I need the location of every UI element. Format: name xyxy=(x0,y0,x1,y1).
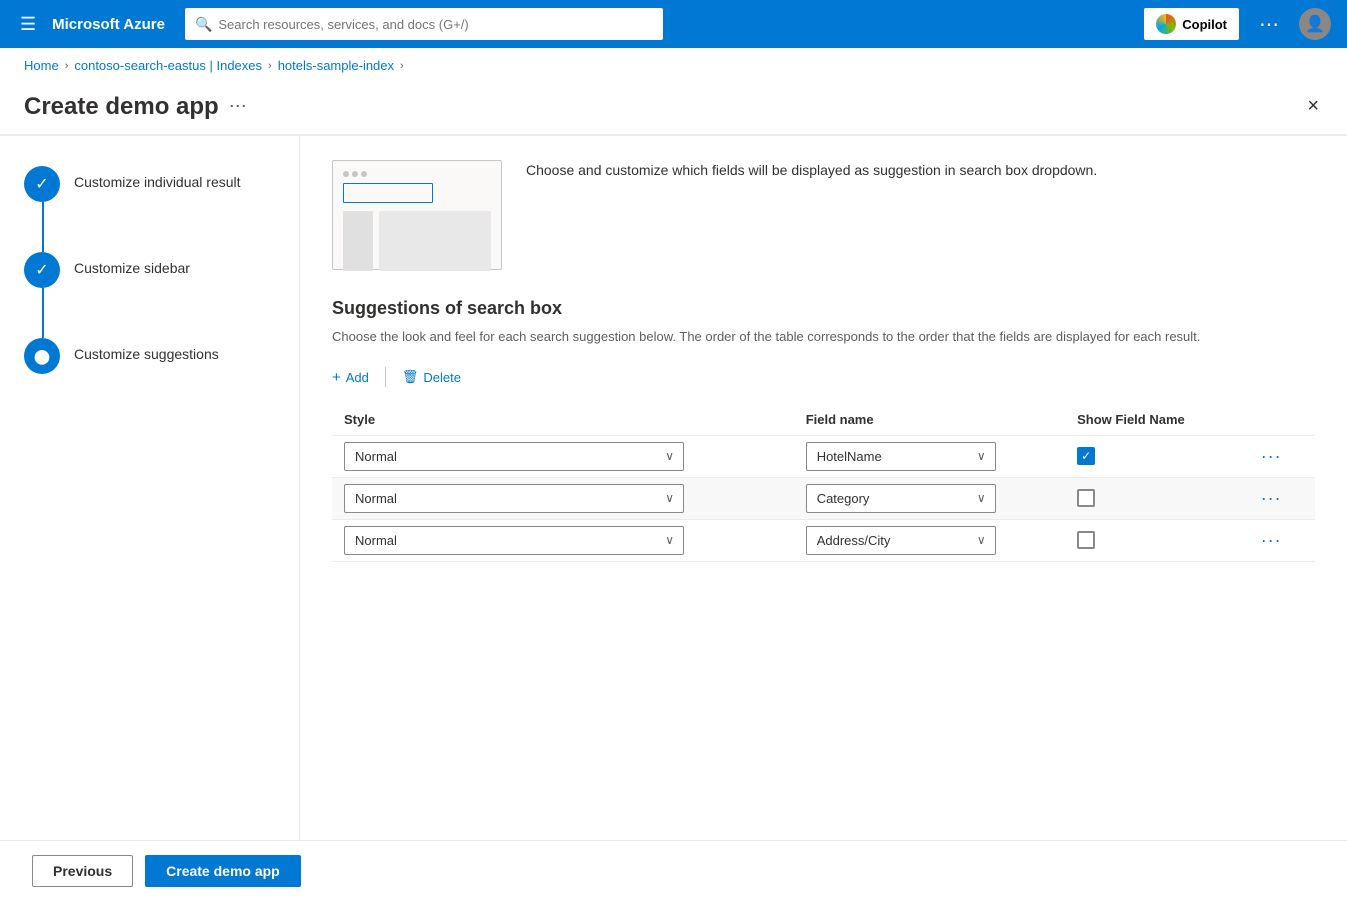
row-2-more-button[interactable]: ··· xyxy=(1255,528,1288,553)
delete-icon: 🗑 xyxy=(402,369,419,385)
copilot-button[interactable]: Copilot xyxy=(1144,8,1239,40)
row-2-field-select[interactable]: HotelNameCategoryAddress/CityDescription… xyxy=(806,526,996,555)
mockup-dot-1 xyxy=(343,171,349,177)
row-0-style-select[interactable]: NormalBoldItalic xyxy=(344,442,684,471)
mockup-dots xyxy=(343,171,491,177)
preview-description: Choose and customize which fields will b… xyxy=(526,160,1097,181)
step-3-label: Customize suggestions xyxy=(74,338,219,362)
steps-sidebar: ✓ Customize individual result ✓ Customiz… xyxy=(0,136,300,840)
top-nav: ☰ Microsoft Azure 🔍 Copilot ⋯ 👤 xyxy=(0,0,1347,48)
avatar[interactable]: 👤 xyxy=(1299,8,1331,40)
close-button[interactable]: × xyxy=(1303,91,1323,122)
mockup-main-block xyxy=(379,211,491,271)
add-label: Add xyxy=(346,370,369,385)
toolbar: + Add 🗑 Delete xyxy=(332,365,1315,390)
main-content: ✓ Customize individual result ✓ Customiz… xyxy=(0,136,1347,840)
preview-area: Choose and customize which fields will b… xyxy=(332,160,1315,270)
copilot-icon xyxy=(1156,14,1176,34)
add-button[interactable]: + Add xyxy=(332,365,369,390)
table-row: NormalBoldItalic HotelNameCategoryAddress… xyxy=(332,435,1315,477)
section-title: Suggestions of search box xyxy=(332,298,1315,319)
right-panel: Choose and customize which fields will b… xyxy=(300,136,1347,840)
mockup-dot-2 xyxy=(352,171,358,177)
delete-button[interactable]: 🗑 Delete xyxy=(402,365,461,389)
hamburger-icon[interactable]: ☰ xyxy=(16,10,40,39)
row-1-field-select[interactable]: HotelNameCategoryAddress/CityDescription… xyxy=(806,484,996,513)
mockup-searchbar xyxy=(343,183,433,203)
step-3-circle: ⬤ xyxy=(24,338,60,374)
section-description: Choose the look and feel for each search… xyxy=(332,327,1315,347)
add-icon: + xyxy=(332,369,341,386)
row-1-style-select[interactable]: NormalBoldItalic xyxy=(344,484,684,513)
breadcrumb-sep-3: › xyxy=(400,60,404,72)
breadcrumb-indexes[interactable]: contoso-search-eastus | Indexes xyxy=(74,58,262,73)
preview-mockup xyxy=(332,160,502,270)
col-header-more xyxy=(1243,404,1315,436)
table-row: NormalBoldItalic HotelNameCategoryAddress… xyxy=(332,477,1315,519)
copilot-label: Copilot xyxy=(1182,17,1227,32)
search-input[interactable] xyxy=(218,17,652,32)
row-0-checkbox[interactable]: ✓ xyxy=(1077,447,1095,465)
create-demo-app-button[interactable]: Create demo app xyxy=(145,855,301,887)
previous-button[interactable]: Previous xyxy=(32,855,133,887)
step-2-item: ✓ Customize sidebar xyxy=(24,252,275,288)
delete-label: Delete xyxy=(423,370,461,385)
step-2-circle: ✓ xyxy=(24,252,60,288)
table-header-row: Style Field name Show Field Name xyxy=(332,404,1315,436)
col-header-show: Show Field Name xyxy=(1065,404,1243,436)
app-title: Microsoft Azure xyxy=(52,16,165,33)
breadcrumb-sep-2: › xyxy=(268,60,272,72)
col-header-field: Field name xyxy=(794,404,1065,436)
nav-more-icon[interactable]: ⋯ xyxy=(1251,8,1287,41)
row-2-style-select[interactable]: NormalBoldItalic xyxy=(344,526,684,555)
breadcrumb-home[interactable]: Home xyxy=(24,58,59,73)
page-header: Create demo app ⋯ × xyxy=(0,83,1347,135)
mockup-content xyxy=(343,211,491,271)
row-2-checkbox[interactable] xyxy=(1077,531,1095,549)
table-row: NormalBoldItalic HotelNameCategoryAddress… xyxy=(332,519,1315,561)
breadcrumb-index[interactable]: hotels-sample-index xyxy=(278,58,394,73)
step-connector-2 xyxy=(42,288,44,338)
suggestions-table: Style Field name Show Field Name NormalB… xyxy=(332,404,1315,562)
search-bar[interactable]: 🔍 xyxy=(185,8,663,40)
page-title: Create demo app xyxy=(24,93,219,121)
toolbar-separator xyxy=(385,367,386,387)
step-2-label: Customize sidebar xyxy=(74,252,190,276)
step-3-item: ⬤ Customize suggestions xyxy=(24,338,275,374)
step-1-circle: ✓ xyxy=(24,166,60,202)
breadcrumb: Home › contoso-search-eastus | Indexes ›… xyxy=(0,48,1347,83)
row-0-field-select[interactable]: HotelNameCategoryAddress/CityDescription… xyxy=(806,442,996,471)
breadcrumb-sep-1: › xyxy=(65,60,69,72)
footer: Previous Create demo app xyxy=(0,840,1347,901)
step-1-item: ✓ Customize individual result xyxy=(24,166,275,202)
row-1-more-button[interactable]: ··· xyxy=(1255,486,1288,511)
mockup-sidebar-block xyxy=(343,211,373,271)
step-connector-1 xyxy=(42,202,44,252)
row-0-more-button[interactable]: ··· xyxy=(1255,444,1288,469)
step-1-label: Customize individual result xyxy=(74,166,241,190)
row-1-checkbox[interactable] xyxy=(1077,489,1095,507)
col-header-style: Style xyxy=(332,404,794,436)
search-icon: 🔍 xyxy=(195,16,212,33)
mockup-dot-3 xyxy=(361,171,367,177)
page-title-more-icon[interactable]: ⋯ xyxy=(229,96,247,117)
